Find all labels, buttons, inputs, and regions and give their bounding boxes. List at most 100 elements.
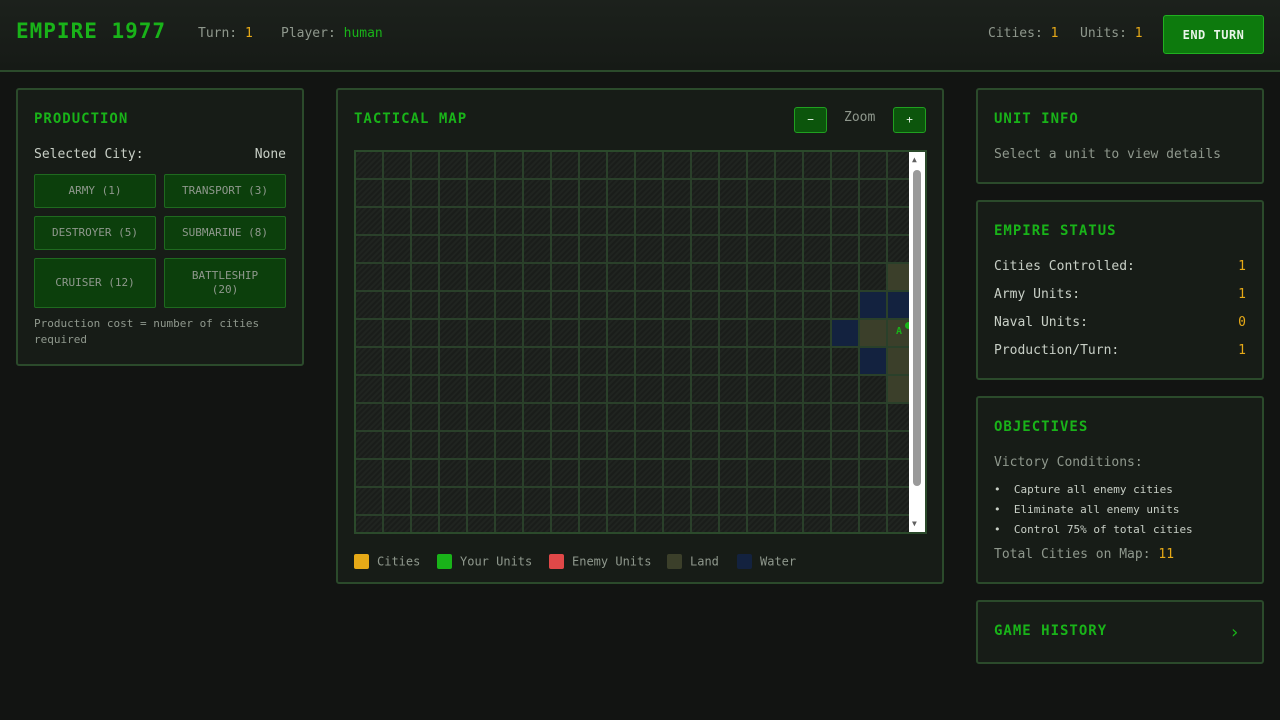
map-cell[interactable] [552, 348, 580, 376]
map-cell[interactable] [580, 208, 608, 236]
map-cell[interactable] [776, 152, 804, 180]
map-cell[interactable] [552, 460, 580, 488]
map-cell[interactable] [664, 516, 692, 532]
build-battleship-button[interactable]: BATTLESHIP (20) [164, 258, 286, 308]
map-cell[interactable] [832, 180, 860, 208]
map-cell[interactable] [412, 208, 440, 236]
map-cell[interactable] [552, 208, 580, 236]
map-cell[interactable] [580, 264, 608, 292]
map-cell[interactable] [776, 264, 804, 292]
map-cell[interactable] [860, 516, 888, 532]
map-cell[interactable] [608, 152, 636, 180]
map-cell[interactable] [608, 488, 636, 516]
map-cell[interactable] [748, 376, 776, 404]
map-cell[interactable] [412, 264, 440, 292]
map-cell[interactable] [720, 208, 748, 236]
map-cell[interactable] [608, 516, 636, 532]
map-cell[interactable] [804, 516, 832, 532]
map-cell[interactable] [356, 320, 384, 348]
map-cell[interactable] [664, 180, 692, 208]
map-cell[interactable] [412, 376, 440, 404]
map-cell[interactable] [804, 208, 832, 236]
map-cell[interactable] [748, 488, 776, 516]
map-cell[interactable] [496, 236, 524, 264]
map-cell[interactable] [384, 460, 412, 488]
map-cell[interactable] [720, 264, 748, 292]
map-cell[interactable] [552, 152, 580, 180]
map-cell[interactable] [384, 292, 412, 320]
map-cell[interactable] [776, 236, 804, 264]
map-cell[interactable] [440, 488, 468, 516]
map-cell[interactable] [468, 292, 496, 320]
map-cell[interactable] [720, 152, 748, 180]
map-cell[interactable] [692, 236, 720, 264]
map-cell[interactable] [496, 348, 524, 376]
map-cell[interactable] [440, 348, 468, 376]
map-cell[interactable] [804, 404, 832, 432]
map-cell[interactable] [384, 488, 412, 516]
map-cell[interactable] [776, 320, 804, 348]
map-cell[interactable] [776, 516, 804, 532]
map-cell[interactable] [664, 152, 692, 180]
map-cell[interactable] [412, 460, 440, 488]
map-cell[interactable] [776, 376, 804, 404]
zoom-out-button[interactable]: − [794, 107, 827, 133]
map-cell[interactable] [608, 348, 636, 376]
build-destroyer-button[interactable]: DESTROYER (5) [34, 216, 156, 250]
map-cell[interactable] [580, 432, 608, 460]
map-cell[interactable] [804, 348, 832, 376]
map-cell[interactable] [720, 432, 748, 460]
map-cell[interactable] [748, 152, 776, 180]
map-cell[interactable] [524, 264, 552, 292]
map-cell[interactable] [776, 208, 804, 236]
map-cell[interactable] [440, 152, 468, 180]
map-cell[interactable] [636, 292, 664, 320]
map-cell[interactable] [468, 404, 496, 432]
map-cell[interactable] [860, 236, 888, 264]
map-cell[interactable] [720, 320, 748, 348]
map-cell[interactable] [636, 348, 664, 376]
map-cell[interactable] [384, 152, 412, 180]
map-cell[interactable] [860, 208, 888, 236]
map-cell[interactable] [552, 404, 580, 432]
map-cell[interactable] [748, 348, 776, 376]
map-cell[interactable] [384, 236, 412, 264]
map-cell[interactable] [524, 432, 552, 460]
map-cell[interactable] [524, 320, 552, 348]
map-cell[interactable] [356, 292, 384, 320]
map-cell[interactable] [748, 292, 776, 320]
map-cell[interactable] [440, 208, 468, 236]
map-cell[interactable] [356, 180, 384, 208]
map-cell[interactable] [412, 180, 440, 208]
map-cell[interactable] [692, 152, 720, 180]
map-cell[interactable] [636, 460, 664, 488]
map-cell[interactable] [664, 264, 692, 292]
map-cell[interactable] [524, 152, 552, 180]
map-cell[interactable] [804, 236, 832, 264]
map-cell-water[interactable] [832, 320, 860, 348]
map-cell[interactable] [692, 460, 720, 488]
map-cell[interactable] [748, 432, 776, 460]
map-cell[interactable] [524, 208, 552, 236]
map-cell[interactable] [860, 460, 888, 488]
scrollbar-thumb[interactable] [913, 170, 921, 486]
map-cell[interactable] [804, 432, 832, 460]
map-cell[interactable] [664, 376, 692, 404]
map-cell[interactable] [804, 460, 832, 488]
map-cell-water[interactable] [860, 348, 888, 376]
map-cell[interactable] [608, 264, 636, 292]
map-cell[interactable] [524, 460, 552, 488]
map-cell[interactable] [748, 236, 776, 264]
build-transport-button[interactable]: TRANSPORT (3) [164, 174, 286, 208]
map-cell[interactable] [748, 460, 776, 488]
map-cell[interactable] [468, 208, 496, 236]
game-history-toggle[interactable]: GAME HISTORY › [976, 600, 1264, 664]
map-cell[interactable] [832, 236, 860, 264]
map-cell[interactable] [776, 488, 804, 516]
map-cell[interactable] [496, 404, 524, 432]
map-cell[interactable] [692, 208, 720, 236]
map-cell[interactable] [552, 292, 580, 320]
map-cell[interactable] [748, 516, 776, 532]
map-cell[interactable] [496, 152, 524, 180]
map-cell[interactable] [524, 488, 552, 516]
